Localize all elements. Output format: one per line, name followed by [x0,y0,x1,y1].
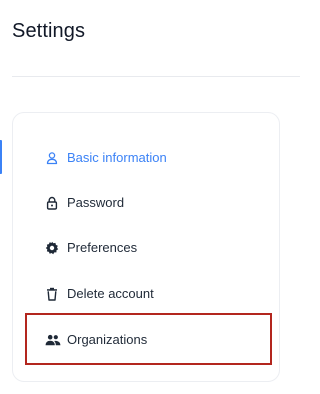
nav-item-basic-information[interactable]: Basic information [13,135,281,180]
trash-icon [45,287,59,301]
nav-item-label: Basic information [67,150,167,165]
nav-item-label: Password [67,195,125,210]
divider [12,76,300,77]
user-icon [45,151,59,165]
nav-item-delete-account[interactable]: Delete account [13,271,281,316]
nav-item-password[interactable]: Password [13,180,281,225]
active-indicator [0,140,2,174]
nav-item-label: Preferences [67,240,138,255]
nav-item-label: Delete account [67,286,154,301]
nav-item-preferences[interactable]: Preferences [13,225,281,270]
organizations-highlight-box [25,313,272,365]
lock-icon [45,196,59,210]
page-title: Settings [12,20,86,42]
gear-icon [45,241,59,255]
